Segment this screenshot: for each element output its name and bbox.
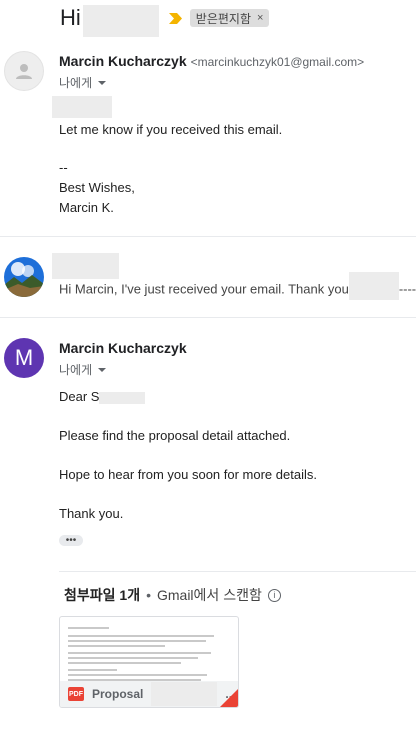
inbox-label-chip[interactable]: 받은편지함 ×: [189, 9, 270, 27]
message1-body-line: Let me know if you received this email.: [59, 122, 283, 137]
message-divider: [0, 317, 416, 318]
info-icon[interactable]: i: [267, 588, 281, 602]
subject-title: Hi: [60, 5, 81, 30]
snippet-text: Hi Marcin, I've just received your email…: [59, 281, 349, 297]
message-divider: [0, 236, 416, 237]
attachment-count: 첨부파일 1개: [64, 587, 141, 603]
message3-body-line: Thank you.: [59, 506, 124, 521]
redacted-subject: [82, 5, 159, 37]
subject-row: Hi 받은편지함 ×: [60, 4, 270, 37]
message3-body-line: Please find the proposal detail attached…: [59, 428, 291, 443]
redacted-filename: [151, 682, 218, 706]
message1-recipient-toggle[interactable]: 나에게: [59, 74, 107, 91]
attachment-footer: PDF Proposal ...: [60, 681, 238, 707]
attachments-header: 첨부파일 1개 • Gmail에서 스캔함 i: [64, 585, 281, 605]
redacted-greeting: [52, 96, 112, 118]
to-me-label: 나에게: [59, 363, 93, 377]
message1-sender-name: Marcin Kucharczyk: [59, 53, 187, 69]
inbox-label-text: 받은편지함: [195, 11, 251, 26]
profile-photo: [4, 257, 44, 297]
important-marker-icon[interactable]: [168, 12, 182, 24]
show-trimmed-content-button[interactable]: •••: [59, 535, 83, 546]
attachments-divider: [59, 571, 416, 572]
to-me-label: 나에게: [59, 76, 93, 90]
signature-separator: --: [59, 160, 68, 175]
page-fold-icon: [220, 689, 238, 707]
redacted-recipient-name: [99, 391, 146, 404]
message1-sender-email: <marcinkuchzyk01@gmail.com>: [190, 55, 365, 69]
redacted-snippet: [348, 272, 399, 300]
sender-avatar-photo: [4, 257, 44, 297]
separator-dot: •: [146, 587, 151, 603]
message2-snippet[interactable]: Hi Marcin, I've just received your email…: [59, 272, 416, 300]
message1-body-line: Marcin K.: [59, 200, 114, 215]
greeting-text: Dear S: [59, 389, 100, 404]
message3-greeting: Dear S: [59, 389, 146, 404]
message3-body-line: Hope to hear from you soon for more deta…: [59, 467, 317, 482]
scanned-by-gmail-label: Gmail에서 스캔함: [156, 587, 262, 603]
pdf-file-icon: PDF: [68, 687, 84, 701]
sender-avatar-letter: M: [4, 338, 44, 378]
message3-recipient-toggle[interactable]: 나에게: [59, 361, 107, 378]
person-icon: [16, 64, 32, 79]
chevron-down-icon: [98, 367, 107, 372]
message1-sender[interactable]: Marcin Kucharczyk <marcinkuchzyk01@gmail.…: [59, 53, 364, 69]
redacted-sender-name: [52, 253, 119, 279]
snippet-tail: ----: [398, 281, 416, 297]
sender-avatar-default: [4, 51, 44, 91]
message3-sender-name[interactable]: Marcin Kucharczyk: [59, 340, 187, 356]
chevron-down-icon: [98, 80, 107, 85]
remove-label-icon[interactable]: ×: [257, 12, 263, 24]
attachment-card[interactable]: PDF Proposal ...: [59, 616, 239, 708]
attachment-filename: Proposal: [92, 687, 144, 701]
message1-body-line: Best Wishes,: [59, 180, 135, 195]
